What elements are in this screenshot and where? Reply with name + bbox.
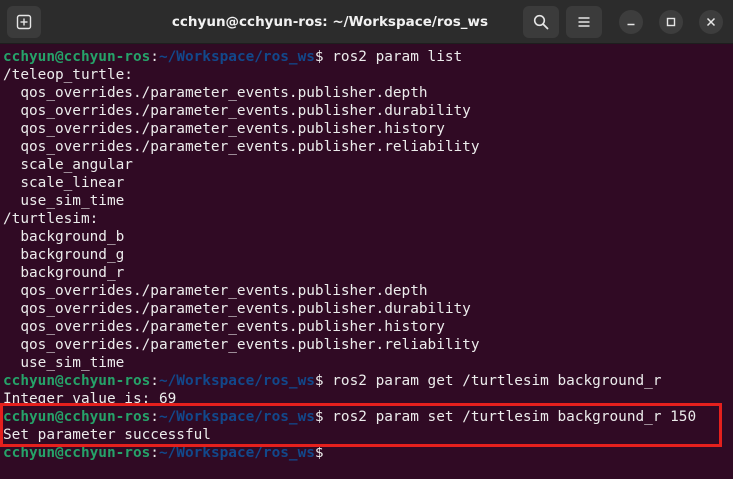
output-line: qos_overrides./parameter_events.publishe… — [3, 301, 471, 317]
maximize-icon — [666, 17, 676, 27]
prompt-symbol: $ — [314, 49, 333, 65]
search-icon — [533, 14, 549, 30]
prompt-colon: : — [150, 373, 159, 389]
command-line: cchyun@cchyun-ros:~/Workspace/ros_ws$ ro… — [3, 372, 733, 390]
prompt-symbol: $ — [314, 445, 333, 461]
output-line: qos_overrides./parameter_events.publishe… — [3, 319, 445, 335]
output-line: qos_overrides./parameter_events.publishe… — [3, 121, 445, 137]
output-line: background_g — [3, 247, 125, 263]
prompt-user: cchyun@cchyun-ros — [3, 445, 151, 461]
output-line: scale_angular — [3, 157, 133, 173]
output-line: background_b — [3, 229, 125, 245]
terminal-window: cchyun@cchyun-ros: ~/Workspace/ros_ws cc… — [0, 0, 733, 479]
title-bar: cchyun@cchyun-ros: ~/Workspace/ros_ws — [0, 0, 733, 44]
output-line: scale_linear — [3, 175, 125, 191]
command-text: ros2 param set /turtlesim background_r 1… — [332, 409, 697, 425]
output-line: qos_overrides./parameter_events.publishe… — [3, 283, 428, 299]
output-line: qos_overrides./parameter_events.publishe… — [3, 85, 428, 101]
output-line: /turtlesim: — [3, 211, 99, 227]
output-line: use_sim_time — [3, 355, 125, 371]
output-line: qos_overrides./parameter_events.publishe… — [3, 139, 480, 155]
hamburger-menu-icon — [576, 14, 592, 30]
prompt-path: ~/Workspace/ros_ws — [158, 409, 315, 425]
window-title: cchyun@cchyun-ros: ~/Workspace/ros_ws — [171, 14, 489, 30]
new-tab-icon — [16, 14, 32, 30]
prompt-symbol: $ — [314, 373, 333, 389]
search-button[interactable] — [523, 6, 559, 38]
output-line: qos_overrides./parameter_events.publishe… — [3, 103, 471, 119]
command-line: cchyun@cchyun-ros:~/Workspace/ros_ws$ — [3, 444, 733, 462]
new-tab-button[interactable] — [7, 6, 41, 38]
prompt-symbol: $ — [314, 409, 333, 425]
output-line: Integer value is: 69 — [3, 391, 177, 407]
output-line: Set parameter successful — [3, 427, 211, 443]
command-text: ros2 param list — [332, 49, 463, 65]
output-line: /teleop_turtle: — [3, 67, 133, 83]
prompt-path: ~/Workspace/ros_ws — [158, 373, 315, 389]
prompt-user: cchyun@cchyun-ros — [3, 373, 151, 389]
prompt-user: cchyun@cchyun-ros — [3, 49, 151, 65]
close-button[interactable] — [699, 10, 723, 34]
command-line: cchyun@cchyun-ros:~/Workspace/ros_ws$ ro… — [3, 48, 733, 66]
prompt-colon: : — [150, 49, 159, 65]
maximize-button[interactable] — [659, 10, 683, 34]
command-text: ros2 param get /turtlesim background_r — [332, 373, 662, 389]
prompt-colon: : — [150, 445, 159, 461]
prompt-path: ~/Workspace/ros_ws — [158, 445, 315, 461]
output-line: use_sim_time — [3, 193, 125, 209]
terminal-output[interactable]: cchyun@cchyun-ros:~/Workspace/ros_ws$ ro… — [0, 45, 733, 479]
minimize-icon — [626, 17, 636, 27]
close-icon — [706, 17, 716, 27]
command-line: cchyun@cchyun-ros:~/Workspace/ros_ws$ ro… — [3, 408, 733, 426]
prompt-colon: : — [150, 409, 159, 425]
prompt-user: cchyun@cchyun-ros — [3, 409, 151, 425]
menu-button[interactable] — [566, 6, 602, 38]
minimize-button[interactable] — [619, 10, 643, 34]
prompt-path: ~/Workspace/ros_ws — [158, 49, 315, 65]
output-line: qos_overrides./parameter_events.publishe… — [3, 337, 480, 353]
output-line: background_r — [3, 265, 125, 281]
